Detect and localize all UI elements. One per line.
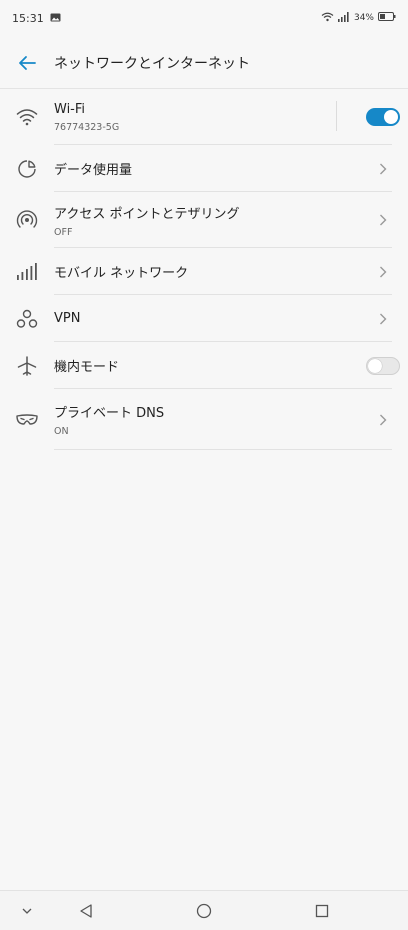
wifi-status-icon bbox=[321, 12, 334, 25]
app-bar: ネットワークとインターネット bbox=[0, 38, 408, 88]
hotspot-title: アクセス ポイントとテザリング bbox=[54, 206, 240, 222]
battery-percent: 34% bbox=[353, 13, 374, 23]
wifi-icon bbox=[0, 108, 54, 126]
wifi-title: Wi-Fi bbox=[54, 101, 86, 117]
vpn-row[interactable]: VPN bbox=[0, 295, 408, 342]
chevron-down-icon bbox=[22, 908, 32, 914]
hotspot-status: OFF bbox=[54, 226, 73, 238]
private-dns-icon bbox=[0, 413, 54, 427]
wifi-row[interactable]: Wi-Fi 76774323-5G bbox=[0, 89, 408, 145]
chevron-right-icon bbox=[380, 266, 387, 277]
airplane-mode-title: 機内モード bbox=[54, 360, 120, 375]
chevron-right-icon bbox=[380, 313, 387, 324]
mobile-network-title: モバイル ネットワーク bbox=[54, 266, 189, 281]
wifi-toggle[interactable] bbox=[366, 108, 400, 126]
page-title: ネットワークとインターネット bbox=[54, 56, 250, 72]
clock: 15:31 bbox=[12, 11, 44, 25]
data-usage-icon bbox=[0, 159, 54, 179]
image-notification-icon bbox=[50, 12, 61, 25]
nav-recents-button[interactable] bbox=[308, 891, 336, 930]
hotspot-row[interactable]: アクセス ポイントとテザリング OFF bbox=[0, 192, 408, 248]
triangle-back-icon bbox=[80, 904, 92, 918]
data-usage-row[interactable]: データ使用量 bbox=[0, 145, 408, 192]
circle-home-icon bbox=[196, 903, 212, 919]
hotspot-icon bbox=[0, 210, 54, 230]
nav-hide-button[interactable] bbox=[14, 891, 40, 930]
vpn-icon bbox=[0, 309, 54, 329]
square-recents-icon bbox=[315, 904, 329, 918]
vpn-title: VPN bbox=[54, 311, 81, 326]
back-button[interactable] bbox=[0, 38, 54, 88]
navigation-bar bbox=[0, 890, 408, 930]
signal-icon bbox=[337, 11, 350, 25]
chevron-right-icon bbox=[380, 163, 387, 174]
mobile-network-row[interactable]: モバイル ネットワーク bbox=[0, 248, 408, 295]
chevron-right-icon bbox=[380, 414, 387, 425]
chevron-right-icon bbox=[380, 214, 387, 226]
private-dns-row[interactable]: プライベート DNS ON bbox=[0, 389, 408, 450]
arrow-left-icon bbox=[19, 56, 36, 70]
private-dns-title: プライベート DNS bbox=[54, 406, 165, 421]
airplane-mode-toggle[interactable] bbox=[366, 356, 400, 375]
airplane-icon bbox=[0, 355, 54, 376]
private-dns-status: ON bbox=[54, 426, 69, 437]
row-divider bbox=[54, 449, 392, 450]
cellular-icon bbox=[0, 262, 54, 281]
airplane-mode-row[interactable]: 機内モード bbox=[0, 342, 408, 389]
wifi-network-name: 76774323-5G bbox=[54, 121, 120, 133]
nav-back-button[interactable] bbox=[72, 891, 100, 930]
settings-list: Wi-Fi 76774323-5G データ使用量 アクセス ポイントとテザリング… bbox=[0, 89, 408, 450]
data-usage-title: データ使用量 bbox=[54, 163, 133, 178]
battery-icon bbox=[378, 12, 396, 24]
wifi-divider bbox=[336, 101, 337, 131]
status-bar: 15:31 34% bbox=[0, 0, 408, 36]
nav-home-button[interactable] bbox=[190, 891, 218, 930]
